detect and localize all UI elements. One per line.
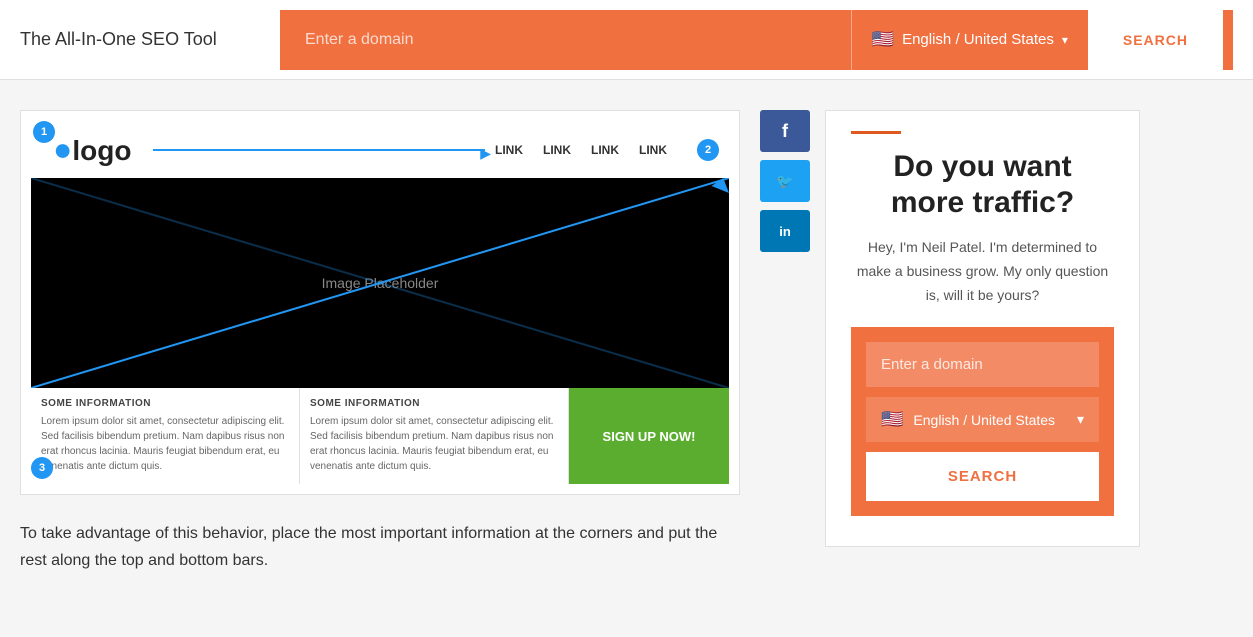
info-title-1: SOME INFORMATION [41,398,289,409]
image-placeholder: Image Placeholder [31,178,729,388]
linkedin-share-button[interactable]: in [760,210,810,252]
linkedin-icon: in [779,224,791,239]
info-title-2: SOME INFORMATION [310,398,558,409]
cta-domain-input[interactable] [866,342,1099,387]
header-domain-input[interactable] [290,31,851,49]
nav-link-1: LINK [495,143,523,157]
cta-heading: Do you want more traffic? [851,149,1114,221]
cta-widget: Do you want more traffic? Hey, I'm Neil … [825,110,1140,547]
badge-1: 1 [33,121,55,143]
signup-button[interactable]: SIGN UP NOW! [569,388,729,484]
header-search-button[interactable]: SEARCH [1088,10,1223,70]
facebook-share-button[interactable]: f [760,110,810,152]
header-language-selector[interactable]: 🇺🇸 English / United States ▾ [851,10,1088,70]
info-text-1: Lorem ipsum dolor sit amet, consectetur … [41,414,289,474]
nav-link-2: LINK [543,143,571,157]
facebook-icon: f [782,121,788,142]
social-buttons: f 🐦 in [760,110,810,527]
header-language-label: English / United States [902,31,1054,48]
cta-form: 🇺🇸 English / United States ▾ SEARCH [851,327,1114,516]
chevron-down-icon: ▾ [1062,33,1068,47]
cta-language-label: English / United States [913,412,1055,428]
cta-heading-punctuation: ? [1056,186,1074,219]
sidebar-top: f 🐦 in Do you want more traffic? Hey, I'… [760,110,1140,547]
nav-bar-mock: 1 ●logo ▶ LINK LINK LINK LINK [31,121,729,178]
cta-heading-line1: Do you want [893,150,1071,183]
info-col-2: SOME INFORMATION Lorem ipsum dolor sit a… [300,388,569,484]
badge-2: 2 [697,139,719,161]
header-search-bar: 🇺🇸 English / United States ▾ SEARCH [280,10,1233,70]
cta-accent-line [851,131,901,134]
twitter-icon: 🐦 [776,173,793,190]
bottom-info-section: 3 SOME INFORMATION Lorem ipsum dolor sit… [31,388,729,484]
cta-heading-line2: more traffic [891,186,1056,219]
info-text-2: Lorem ipsum dolor sit amet, consectetur … [310,414,558,474]
nav-link-3: LINK [591,143,619,157]
header: The All-In-One SEO Tool 🇺🇸 English / Uni… [0,0,1253,80]
site-logo: The All-In-One SEO Tool [20,29,280,50]
twitter-share-button[interactable]: 🐦 [760,160,810,202]
us-flag-icon: 🇺🇸 [872,29,894,50]
cta-search-button[interactable]: SEARCH [866,452,1099,501]
cta-subtext: Hey, I'm Neil Patel. I'm determined to m… [851,236,1114,307]
nav-links: LINK LINK LINK LINK [495,143,667,157]
badge-3: 3 [31,457,53,479]
cta-language-selector[interactable]: 🇺🇸 English / United States ▾ [866,397,1099,442]
description-text: To take advantage of this behavior, plac… [20,520,740,574]
logo-text: ●logo [53,131,131,168]
image-placeholder-text: Image Placeholder [322,275,439,291]
left-content: 1 ●logo ▶ LINK LINK LINK LINK [20,110,740,574]
logo-with-badges: 1 ●logo [41,126,143,173]
nav-link-4: LINK [639,143,667,157]
main-content: 1 ●logo ▶ LINK LINK LINK LINK [0,80,1253,604]
cta-us-flag-icon: 🇺🇸 [881,409,903,430]
info-col-1: 3 SOME INFORMATION Lorem ipsum dolor sit… [31,388,300,484]
chevron-down-icon: ▾ [1077,411,1084,428]
diagram-container: 1 ●logo ▶ LINK LINK LINK LINK [20,110,740,495]
right-sidebar: f 🐦 in Do you want more traffic? Hey, I'… [760,110,1140,574]
